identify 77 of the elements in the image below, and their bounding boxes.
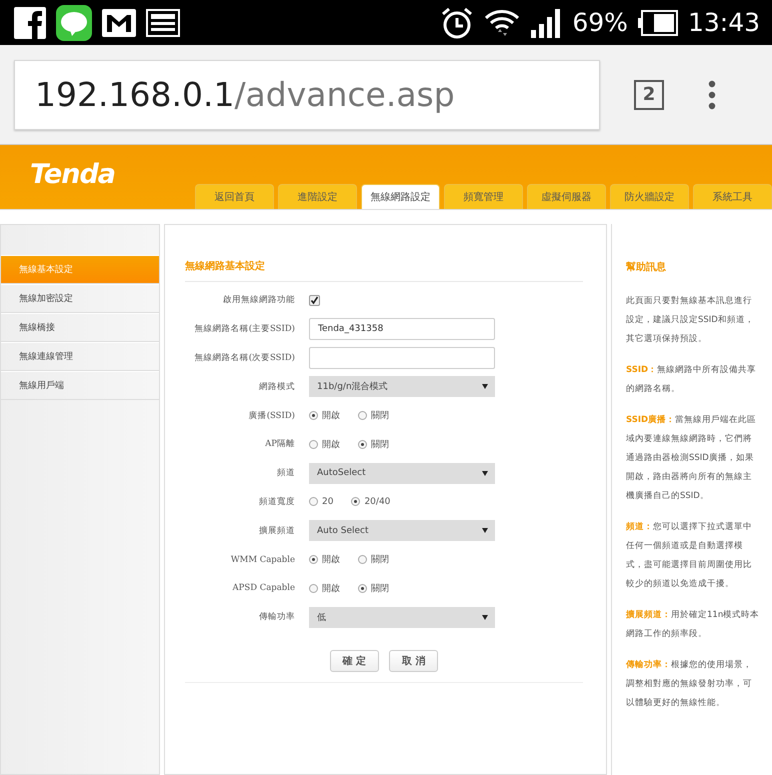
dropdown[interactable]: 11b/g/n混合模式 (309, 376, 495, 398)
brand-logo: Tenda (30, 159, 116, 190)
radio-button[interactable] (358, 411, 367, 420)
radio-label: 關閉 (371, 554, 389, 566)
radio-label: 關閉 (371, 438, 389, 451)
radio-button[interactable] (309, 440, 318, 449)
caret-icon (482, 614, 488, 620)
nav-tab[interactable]: 防火牆設定 (610, 184, 689, 209)
nav-tab[interactable]: 無線網路設定 (361, 184, 440, 209)
field-label: 頻道寬度 (258, 496, 296, 508)
radio-label: 20 (322, 496, 334, 507)
field-label: 啟用無線網路功能 (222, 294, 296, 306)
nav-tab[interactable]: 虛擬伺服器 (527, 184, 606, 209)
caret-icon (482, 384, 488, 390)
nav-tab[interactable]: 系統工具 (693, 184, 772, 209)
field-label: 廣播(SSID) (248, 410, 296, 422)
nav-tab[interactable]: 頻寬管理 (444, 184, 523, 209)
app-icon (14, 6, 46, 38)
battery-icon (638, 10, 678, 36)
field-label: APSD Capable (232, 583, 296, 594)
radio-label: 開啟 (322, 410, 340, 422)
field-label: 無線網路名稱(主要SSID) (194, 323, 296, 336)
alarm-icon (440, 6, 474, 40)
field-label: AP隔離 (264, 438, 296, 450)
radio-label: 開啟 (322, 582, 340, 595)
radio-button[interactable] (351, 497, 360, 506)
radio-button[interactable] (309, 555, 318, 564)
help-text: 擴展頻道：用於確定11n模式時本網路工作的頻率段。 (626, 608, 760, 641)
address-bar[interactable]: 192.168.0.1/advance.asp (14, 60, 600, 130)
nav-tab[interactable]: 返回首頁 (195, 184, 274, 209)
battery-percent: 69% (572, 8, 628, 37)
help-text: SSID廣播：當無線用戶端在此區域內要連線無線網路時，它們將通過路由器檢測SSID廣播，如果開啟，路由器將向所有的無線主機廣播自己的SSID。 (626, 414, 758, 503)
dropdown[interactable]: AutoSelect (309, 462, 495, 484)
field-label: 擴展頻道 (258, 524, 296, 537)
dropdown[interactable]: 低 (309, 606, 495, 628)
radio-button[interactable] (358, 440, 367, 449)
field-label: 頻道 (276, 467, 296, 480)
radio-button[interactable] (358, 555, 367, 564)
sidebar-item[interactable]: 無線用戶端 (1, 371, 159, 400)
help-title: 幫助訊息 (626, 260, 667, 274)
mail-icon (102, 8, 136, 36)
field-label: 無線網路名稱(次要SSID) (194, 352, 296, 364)
sidebar-item[interactable]: 無線連線管理 (1, 342, 159, 371)
radio-label: 開啟 (322, 438, 340, 451)
tab-count-button[interactable]: 2 (634, 80, 664, 110)
radio-label: 20/40 (364, 496, 390, 507)
help-text: 頻道：您可以選擇下拉式選單中任何一個頻道或是自動選擇模式，盡可能選擇目前周圍使用比較少的頻道以免造成干擾。 (626, 521, 753, 591)
section-title: 無線網路基本設定 (185, 259, 583, 282)
field-label: WMM Capable (230, 554, 296, 565)
radio-button[interactable] (309, 411, 318, 420)
caret-icon (482, 528, 488, 534)
radio-label: 關閉 (371, 410, 389, 422)
radio-button[interactable] (358, 584, 367, 593)
caret-icon (482, 470, 488, 476)
nav-tab[interactable]: 進階設定 (278, 184, 357, 209)
help-text: SSID：無線網路中所有設備共享的網路名稱。 (626, 364, 758, 396)
confirm-button[interactable]: 確 定 (330, 650, 379, 672)
image-icon (146, 8, 180, 36)
field-label: 傳輸功率 (258, 611, 296, 624)
sidebar-item[interactable]: 無線橋接 (1, 313, 159, 342)
help-text: 此頁面只要對無線基本訊息進行設定，建議只設定SSID和頻道，其它選項保持預設。 (626, 295, 755, 346)
dropdown[interactable]: Auto Select (309, 520, 495, 542)
signal-icon (530, 8, 562, 38)
radio-label: 關閉 (371, 582, 389, 595)
text-field[interactable]: Tenda_431358 (309, 318, 495, 340)
field-label: 網路模式 (258, 380, 296, 393)
sidebar-item[interactable]: 無線加密設定 (1, 284, 159, 313)
menu-icon[interactable] (708, 80, 716, 110)
radio-label: 開啟 (322, 554, 340, 566)
cancel-button[interactable]: 取 消 (389, 650, 438, 672)
checkbox[interactable] (309, 294, 320, 306)
chat-app-icon (56, 4, 92, 40)
text-field[interactable] (309, 346, 495, 369)
help-text: 傳輸功率：根據您的使用場景，調整相對應的無線發射功率，可以體驗更好的無線性能。 (626, 658, 753, 710)
clock-time: 13:43 (688, 8, 760, 37)
radio-button[interactable] (309, 497, 318, 506)
radio-button[interactable] (309, 584, 318, 593)
